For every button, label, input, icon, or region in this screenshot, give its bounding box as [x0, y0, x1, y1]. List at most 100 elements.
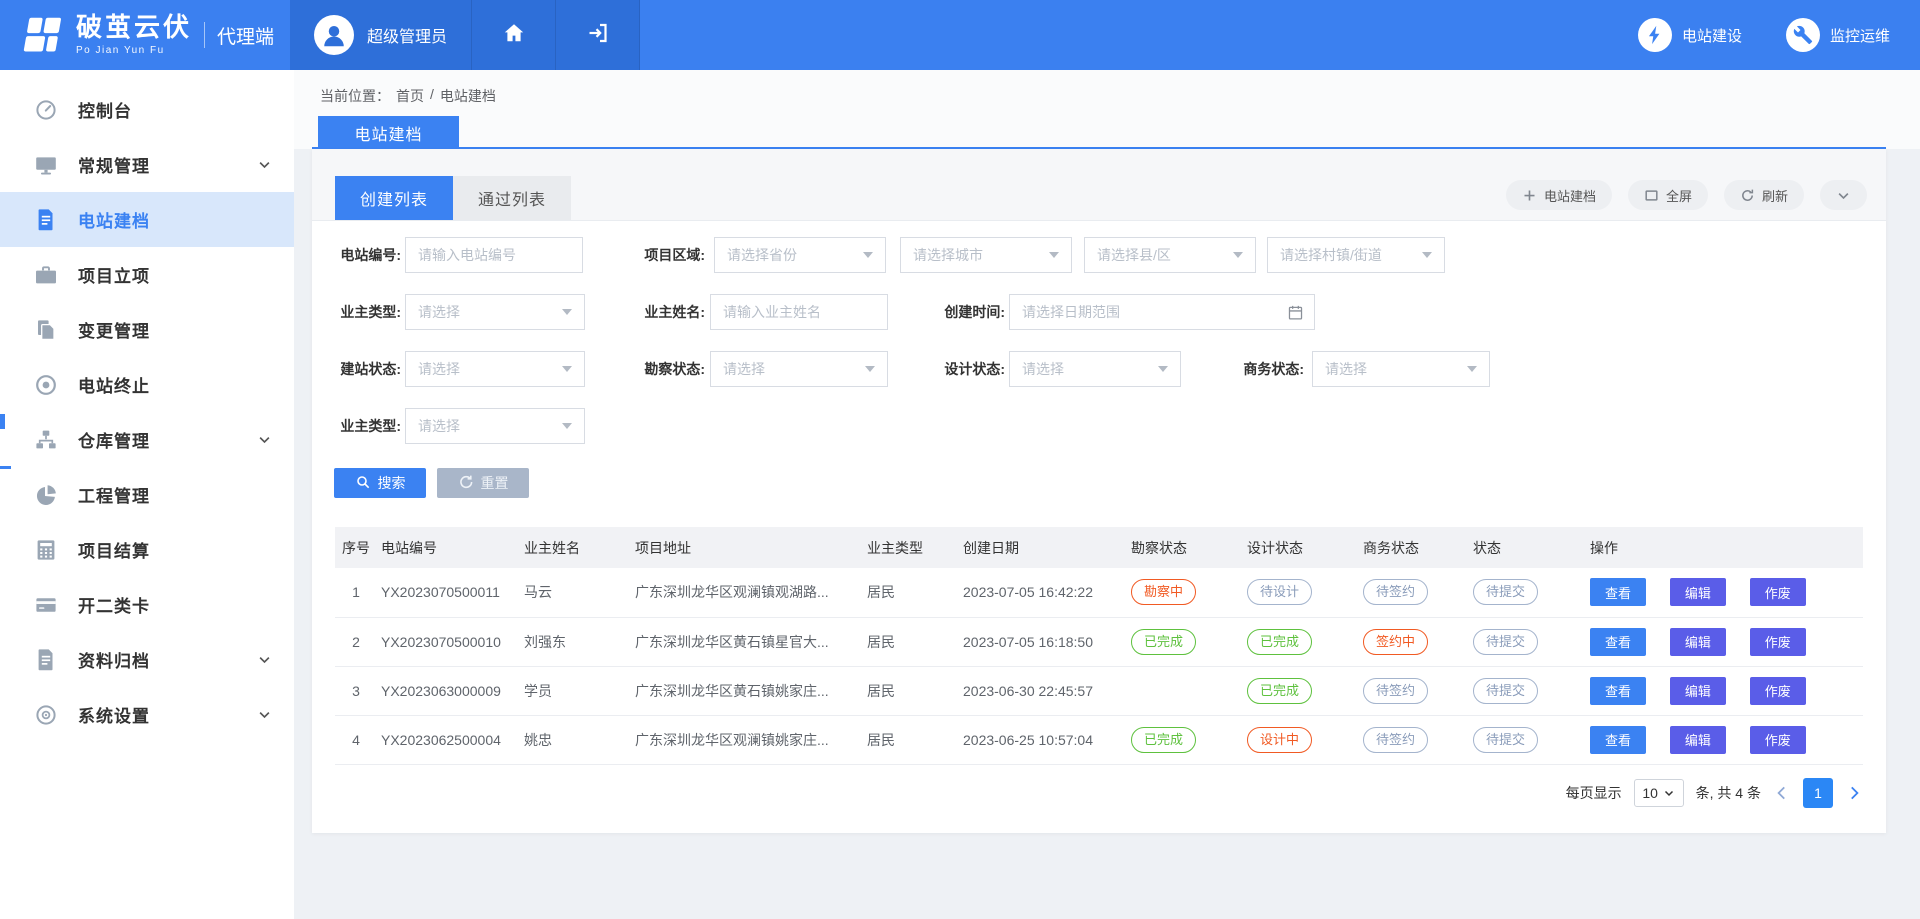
owner-type2-select[interactable]: 请选择 — [405, 408, 585, 444]
breadcrumb-separator: / — [430, 86, 434, 106]
survey-status-badge: 已完成 — [1131, 629, 1196, 655]
date-range-input[interactable] — [1010, 295, 1281, 329]
void-button[interactable]: 作废 — [1750, 726, 1806, 754]
search-button[interactable]: 搜索 — [334, 468, 426, 498]
caret-down-icon — [1467, 366, 1477, 372]
breadcrumb: 当前位置： 首页 / 电站建档 — [320, 86, 496, 106]
city-select[interactable]: 请选择城市 — [900, 237, 1072, 273]
main-content: 当前位置： 首页 / 电站建档 电站建档 创建列表 通过列表 电站建档 全屏 — [294, 70, 1920, 919]
breadcrumb-home[interactable]: 首页 — [396, 86, 424, 106]
breadcrumb-current: 电站建档 — [440, 86, 496, 106]
per-page-select[interactable]: 10 — [1634, 779, 1684, 807]
edit-button[interactable]: 编辑 — [1670, 628, 1726, 656]
logout-button[interactable] — [556, 0, 640, 70]
build-status-select[interactable]: 请选择 — [405, 351, 585, 387]
nav-monitor-ops[interactable]: 监控运维 — [1786, 18, 1890, 52]
owner-type-select[interactable]: 请选择 — [405, 294, 585, 330]
filter-form: 电站编号: 项目区域: 请选择省份 请选择城市 请选择县/区 请选择村镇/街道 — [312, 221, 1886, 465]
view-button[interactable]: 查看 — [1590, 628, 1646, 656]
refresh-button[interactable]: 刷新 — [1724, 180, 1804, 210]
app-header: 破茧云伏 Po Jian Yun Fu 代理端 超级管理员 — [0, 0, 1920, 70]
sidebar-item-data-archive[interactable]: 资料归档 — [0, 632, 294, 687]
create-station-button[interactable]: 电站建档 — [1506, 180, 1612, 210]
breadcrumb-prefix: 当前位置： — [320, 86, 390, 106]
caret-down-icon — [1233, 252, 1243, 258]
home-button[interactable] — [472, 0, 556, 70]
reset-icon — [458, 474, 474, 493]
logo-title: 破茧云伏 — [76, 14, 192, 41]
sidebar-item-warehouse-mgmt[interactable]: 仓库管理 — [0, 412, 294, 467]
sidebar-item-project-approval[interactable]: 项目立项 — [0, 247, 294, 302]
page-tab-station-archive[interactable]: 电站建档 — [318, 116, 459, 149]
next-page-button[interactable] — [1845, 784, 1863, 802]
chevron-down-icon — [257, 652, 272, 667]
monitor-icon — [34, 153, 58, 177]
void-button[interactable]: 作废 — [1750, 628, 1806, 656]
county-select[interactable]: 请选择县/区 — [1084, 237, 1256, 273]
prev-page-button[interactable] — [1773, 784, 1791, 802]
caret-down-icon — [562, 423, 572, 429]
sidebar-item-change-mgmt[interactable]: 变更管理 — [0, 302, 294, 357]
document-icon — [34, 208, 58, 232]
status-badge: 待提交 — [1473, 579, 1538, 605]
user-name: 超级管理员 — [367, 23, 447, 47]
province-select[interactable]: 请选择省份 — [714, 237, 886, 273]
business-status-badge: 签约中 — [1363, 629, 1428, 655]
build-status-label: 建站状态: — [312, 351, 401, 387]
user-menu[interactable]: 超级管理员 — [290, 0, 472, 70]
toolbar-expand-button[interactable] — [1820, 180, 1867, 210]
survey-status-select[interactable]: 请选择 — [710, 351, 888, 387]
sidebar-item-general-mgmt[interactable]: 常规管理 — [0, 137, 294, 192]
date-range-picker[interactable] — [1009, 294, 1315, 330]
logo-divider — [204, 22, 205, 48]
lightning-icon — [1638, 18, 1672, 52]
fullscreen-button[interactable]: 全屏 — [1628, 180, 1708, 210]
sidebar-item-project-settlement[interactable]: 项目结算 — [0, 522, 294, 577]
sitemap-icon — [34, 428, 58, 452]
owner-name-input[interactable] — [711, 295, 887, 329]
business-status-select[interactable]: 请选择 — [1312, 351, 1490, 387]
reset-button[interactable]: 重置 — [437, 468, 529, 498]
caret-down-icon — [863, 252, 873, 258]
status-badge: 待提交 — [1473, 629, 1538, 655]
nav-monitor-ops-label: 监控运维 — [1830, 25, 1890, 46]
caret-down-icon — [1663, 787, 1675, 799]
design-status-badge: 已完成 — [1247, 678, 1312, 704]
design-status-select[interactable]: 请选择 — [1009, 351, 1181, 387]
edit-button[interactable]: 编辑 — [1670, 726, 1726, 754]
filter-row-1: 电站编号: 项目区域: 请选择省份 请选择城市 请选择县/区 请选择村镇/街道 — [312, 237, 1886, 294]
chevron-down-icon — [257, 157, 272, 172]
town-select[interactable]: 请选择村镇/街道 — [1267, 237, 1445, 273]
owner-type-label: 业主类型: — [312, 294, 401, 330]
sidebar-item-open-card[interactable]: 开二类卡 — [0, 577, 294, 632]
table-header-row: 序号 电站编号 业主姓名 项目地址 业主类型 创建日期 勘察状态 设计状态 商务… — [335, 527, 1863, 568]
edit-button[interactable]: 编辑 — [1670, 578, 1726, 606]
station-no-input[interactable] — [406, 238, 582, 272]
sidebar-item-station-archive[interactable]: 电站建档 — [0, 192, 294, 247]
home-icon — [502, 21, 526, 50]
design-status-badge: 待设计 — [1247, 579, 1312, 605]
sidebar-item-console[interactable]: 控制台 — [0, 82, 294, 137]
refresh-icon — [1740, 188, 1755, 203]
sidebar-item-engineering-mgmt[interactable]: 工程管理 — [0, 467, 294, 522]
view-button[interactable]: 查看 — [1590, 677, 1646, 705]
sidebar-item-system-settings[interactable]: 系统设置 — [0, 687, 294, 742]
calendar-icon — [1287, 304, 1304, 321]
logo: 破茧云伏 Po Jian Yun Fu 代理端 — [0, 12, 290, 58]
pagination: 每页显示 10 条, 共 4 条 1 — [335, 778, 1863, 808]
status-badge: 待提交 — [1473, 727, 1538, 753]
search-icon — [355, 474, 371, 493]
logo-subtitle: Po Jian Yun Fu — [76, 45, 192, 56]
view-button[interactable]: 查看 — [1590, 578, 1646, 606]
edit-button[interactable]: 编辑 — [1670, 677, 1726, 705]
view-button[interactable]: 查看 — [1590, 726, 1646, 754]
sidebar-item-station-terminate[interactable]: 电站终止 — [0, 357, 294, 412]
void-button[interactable]: 作废 — [1750, 578, 1806, 606]
tab-passed-list[interactable]: 通过列表 — [453, 176, 571, 220]
owner-type2-label: 业主类型: — [312, 408, 401, 444]
create-time-label: 创建时间: — [916, 294, 1005, 330]
nav-station-build[interactable]: 电站建设 — [1638, 18, 1742, 52]
tab-create-list[interactable]: 创建列表 — [335, 176, 453, 220]
void-button[interactable]: 作废 — [1750, 677, 1806, 705]
page-number-button[interactable]: 1 — [1803, 778, 1833, 808]
